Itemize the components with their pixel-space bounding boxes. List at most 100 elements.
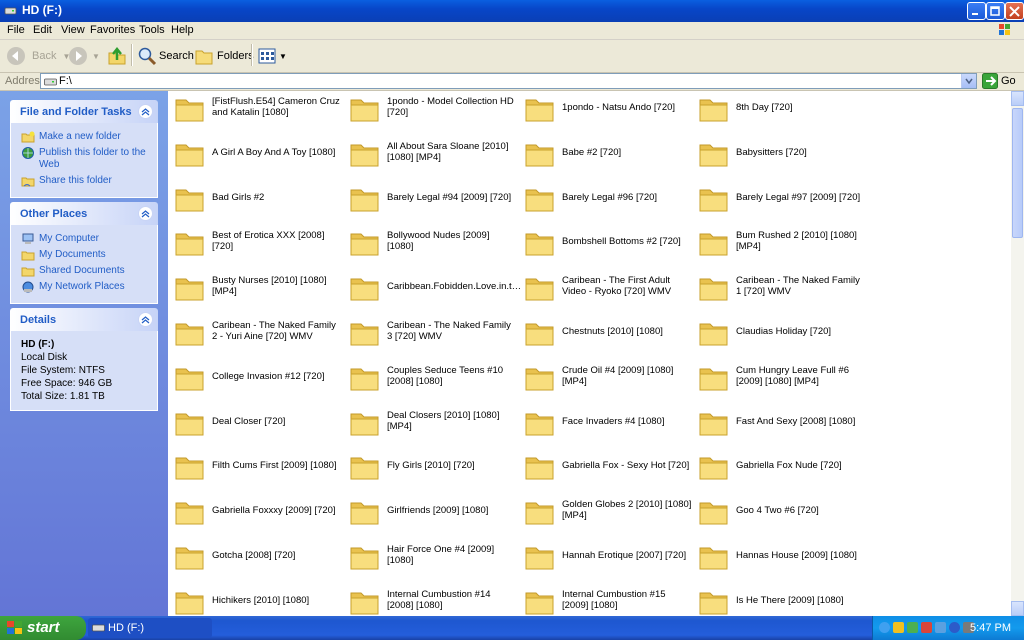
folder-item[interactable]: Chestnuts [2010] [1080] [524, 316, 694, 352]
collapse-chevron-icon[interactable] [138, 312, 153, 327]
menu-file[interactable]: File [7, 24, 25, 36]
folder-icon [525, 233, 554, 256]
folder-item[interactable]: Gabriella Fox Nude [720] [698, 450, 868, 486]
folder-item[interactable]: Caribbean.Fobidden.Love.in.t… [349, 271, 521, 307]
folder-item[interactable]: Face Invaders #4 [1080] [524, 406, 694, 442]
folder-item[interactable]: Claudias Holiday [720] [698, 316, 868, 352]
menu-edit[interactable]: Edit [33, 24, 52, 36]
views-button[interactable]: ▼ [257, 44, 287, 68]
file-folder-tasks-panel: File and Folder Tasks Make a new folder … [10, 100, 158, 198]
my-computer-link[interactable]: My Computer [11, 233, 157, 245]
address-input[interactable]: F:\ [40, 73, 977, 89]
folders-button[interactable]: Folders [194, 44, 254, 68]
scroll-up-button[interactable] [1011, 91, 1024, 106]
folder-item[interactable]: Busty Nurses [2010] [1080] [MP4] [174, 271, 344, 307]
folder-item[interactable]: Bad Girls #2 [174, 182, 344, 218]
start-button[interactable]: start [0, 616, 86, 640]
folder-item[interactable]: Gotcha [2008] [720] [174, 540, 344, 576]
scroll-down-button[interactable] [1011, 601, 1024, 616]
folder-item[interactable]: Is He There [2009] [1080] [698, 585, 868, 616]
folder-item[interactable]: Filth Cums First [2009] [1080] [174, 450, 344, 486]
folder-item[interactable]: Hannas House [2009] [1080] [698, 540, 868, 576]
folder-icon [175, 99, 204, 122]
my-documents-link[interactable]: My Documents [11, 249, 157, 261]
make-new-folder-link[interactable]: Make a new folder [11, 131, 157, 143]
folder-view: [FistFlush.E54] Cameron Cruz and Katalin… [168, 91, 1011, 616]
menu-favorites[interactable]: Favorites [90, 24, 135, 36]
folder-item[interactable]: 1pondo - Natsu Ando [720] [524, 92, 694, 128]
my-network-places-link[interactable]: My Network Places [11, 281, 157, 293]
folder-item[interactable]: Deal Closer [720] [174, 406, 344, 442]
menu-view[interactable]: View [61, 24, 85, 36]
scroll-thumb[interactable] [1012, 108, 1023, 238]
folder-item[interactable]: Babe #2 [720] [524, 137, 694, 173]
menu-tools[interactable]: Tools [139, 24, 165, 36]
folder-item[interactable]: Golden Globes 2 [2010] [1080] [MP4] [524, 495, 694, 531]
folder-icon [175, 233, 204, 256]
minimize-button[interactable] [967, 2, 986, 20]
folder-item[interactable]: Gabriella Fox - Sexy Hot [720] [524, 450, 694, 486]
folder-item[interactable]: Barely Legal #94 [2009] [720] [349, 182, 519, 218]
folder-item[interactable]: All About Sara Sloane [2010] [1080] [MP4… [349, 137, 519, 173]
search-button[interactable]: Search [137, 44, 194, 68]
folder-item[interactable]: [FistFlush.E54] Cameron Cruz and Katalin… [174, 92, 344, 128]
tray-app-icon[interactable] [907, 622, 918, 633]
folder-item[interactable]: Caribean - The Naked Family 2 - Yuri Ain… [174, 316, 344, 352]
folder-item[interactable]: Crude Oil #4 [2009] [1080] [MP4] [524, 361, 694, 397]
share-folder-link[interactable]: Share this folder [11, 175, 157, 187]
folder-item[interactable]: Bombshell Bottoms #2 [720] [524, 226, 694, 262]
tray-app-icon[interactable] [935, 622, 946, 633]
up-folder-button[interactable] [107, 44, 127, 68]
folder-icon [175, 457, 204, 480]
folder-item[interactable]: Barely Legal #97 [2009] [720] [698, 182, 868, 218]
folder-item[interactable]: Fast And Sexy [2008] [1080] [698, 406, 868, 442]
folder-item[interactable]: 8th Day [720] [698, 92, 868, 128]
folder-item[interactable]: Bum Rushed 2 [2010] [1080] [MP4] [698, 226, 868, 262]
folder-item[interactable]: Internal Cumbustion #15 [2009] [1080] [524, 585, 694, 616]
menu-help[interactable]: Help [171, 24, 194, 36]
folder-item[interactable]: Gabriella Foxxxy [2009] [720] [174, 495, 344, 531]
folder-name: Is He There [2009] [1080] [736, 594, 844, 606]
folder-item[interactable]: Internal Cumbustion #14 [2008] [1080] [349, 585, 519, 616]
folder-item[interactable]: College Invasion #12 [720] [174, 361, 344, 397]
folder-name: Bum Rushed 2 [2010] [1080] [MP4] [736, 230, 857, 253]
folder-item[interactable]: 1pondo - Model Collection HD [720] [349, 92, 519, 128]
folder-item[interactable]: Deal Closers [2010] [1080] [MP4] [349, 406, 519, 442]
folder-item[interactable]: Hair Force One #4 [2009] [1080] [349, 540, 519, 576]
vertical-scrollbar[interactable] [1011, 91, 1024, 616]
publish-folder-link[interactable]: Publish this folder to the Web [11, 147, 157, 171]
security-shield-icon[interactable] [893, 622, 904, 633]
tray-arrow-icon[interactable] [879, 622, 890, 633]
folder-item[interactable]: Bollywood Nudes [2009] [1080] [349, 226, 519, 262]
shared-documents-link[interactable]: Shared Documents [11, 265, 157, 277]
folder-item[interactable]: Hannah Erotique [2007] [720] [524, 540, 694, 576]
folder-name: Goo 4 Two #6 [720] [736, 505, 819, 517]
folder-item[interactable]: Couples Seduce Teens #10 [2008] [1080] [349, 361, 519, 397]
folder-item[interactable]: Girlfriends [2009] [1080] [349, 495, 519, 531]
folder-item[interactable]: Fly Girls [2010] [720] [349, 450, 519, 486]
folder-item[interactable]: A Girl A Boy And A Toy [1080] [174, 137, 344, 173]
go-arrow-icon[interactable] [982, 73, 999, 89]
folder-item[interactable]: Babysitters [720] [698, 137, 868, 173]
folder-icon [699, 144, 728, 167]
address-dropdown-button[interactable] [961, 74, 976, 88]
windows-flag-icon [7, 621, 22, 634]
folder-item[interactable]: Barely Legal #96 [720] [524, 182, 694, 218]
close-button[interactable] [1005, 2, 1024, 20]
back-button[interactable]: Back ▼ [6, 44, 70, 68]
go-button[interactable]: Go [1001, 75, 1016, 87]
folder-item[interactable]: Cum Hungry Leave Full #6 [2009] [1080] [… [698, 361, 868, 397]
tray-app-icon[interactable] [921, 622, 932, 633]
folder-item[interactable]: Caribean - The First Adult Video - Ryoko… [524, 271, 694, 307]
forward-button[interactable]: ▼ [68, 44, 100, 68]
folder-item[interactable]: Hichikers [2010] [1080] [174, 585, 344, 616]
taskbar-window-button[interactable]: HD (F:) [88, 618, 212, 638]
folder-item[interactable]: Best of Erotica XXX [2008] [720] [174, 226, 344, 262]
folder-item[interactable]: Caribean - The Naked Family 3 [720] WMV [349, 316, 519, 352]
folder-item[interactable]: Caribean - The Naked Family 1 [720] WMV [698, 271, 868, 307]
maximize-button[interactable] [986, 2, 1005, 20]
tray-app-icon[interactable] [949, 622, 960, 633]
collapse-chevron-icon[interactable] [138, 206, 153, 221]
collapse-chevron-icon[interactable] [138, 104, 153, 119]
folder-item[interactable]: Goo 4 Two #6 [720] [698, 495, 868, 531]
